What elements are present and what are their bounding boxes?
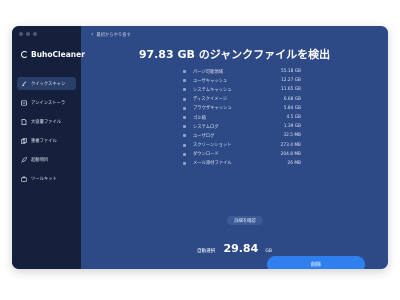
junk-total-size: 97.83 bbox=[138, 48, 174, 61]
sidebar-item-uninstaller[interactable]: アンインストーラ bbox=[17, 96, 76, 109]
zoom-window-button[interactable] bbox=[33, 32, 37, 36]
sidebar-item-quick-scan[interactable]: クイックスキャン bbox=[17, 77, 76, 90]
category-size: 5.84 GB bbox=[283, 105, 301, 111]
category-name: パージ可能領域 bbox=[193, 69, 223, 75]
category-size: 1.39 GB bbox=[283, 124, 301, 130]
category-name: ブラウザキャッシュ bbox=[193, 106, 232, 112]
sidebar-item-label: ツールキット bbox=[31, 176, 57, 182]
minimize-window-button[interactable] bbox=[26, 32, 30, 36]
checkbox[interactable] bbox=[183, 152, 186, 156]
list-item[interactable]: ユーザキャッシュ 12.27 GB bbox=[183, 76, 301, 85]
auto-selected-summary: 自動選択 29.84 GB bbox=[81, 237, 388, 256]
broom-icon bbox=[21, 80, 27, 87]
sidebar-item-startup-items[interactable]: 起動項目 bbox=[17, 153, 76, 166]
checkbox[interactable] bbox=[183, 125, 186, 129]
category-size: 6.68 GB bbox=[283, 96, 301, 102]
category-name: ユーザログ bbox=[193, 133, 215, 139]
category-size: 204.8 MB bbox=[280, 151, 301, 157]
sidebar-nav: クイックスキャン アンインストーラ 大容量ファイル 重複ファイル 起動項目 ツー… bbox=[17, 77, 76, 191]
window-controls bbox=[19, 32, 37, 36]
chevron-left-icon: ‹ bbox=[91, 31, 94, 38]
sidebar-item-label: 起動項目 bbox=[31, 157, 49, 163]
category-size: 4.5 GB bbox=[286, 115, 301, 121]
toolkit-icon bbox=[21, 176, 27, 182]
uninstall-icon bbox=[21, 99, 27, 106]
app-name: BuhoCleaner bbox=[31, 50, 85, 59]
restart-label: 最初からやり直す bbox=[96, 33, 131, 38]
sidebar-item-label: 重複ファイル bbox=[31, 138, 57, 144]
app-window: BuhoCleaner クイックスキャン アンインストーラ 大容量ファイル 重複… bbox=[12, 26, 388, 269]
list-item[interactable]: パージ可能領域 55.18 GB bbox=[183, 67, 301, 76]
restart-link[interactable]: ‹ 最初からやり直す bbox=[91, 31, 131, 39]
list-item[interactable]: スクリーンショット 273.4 MB bbox=[183, 141, 301, 150]
category-size: 26 MB bbox=[287, 160, 302, 166]
sidebar-item-toolkit[interactable]: ツールキット bbox=[17, 172, 76, 185]
large-file-icon bbox=[21, 118, 27, 125]
list-item[interactable]: ゴミ箱 4.5 GB bbox=[183, 113, 301, 122]
category-name: ダウンロード bbox=[193, 152, 219, 158]
auto-selected-label: 自動選択 bbox=[196, 249, 216, 254]
close-window-button[interactable] bbox=[19, 32, 23, 36]
category-name: ユーザキャッシュ bbox=[193, 78, 228, 84]
checkbox[interactable] bbox=[183, 70, 186, 74]
junk-total-unit: GB bbox=[177, 48, 195, 61]
list-item[interactable]: ユーザログ 32.5 MB bbox=[183, 131, 301, 140]
category-name: ゴミ箱 bbox=[193, 115, 206, 121]
list-item[interactable]: メール添付ファイル 26 MB bbox=[183, 159, 301, 168]
checkbox[interactable] bbox=[183, 97, 186, 101]
app-logo: BuhoCleaner bbox=[21, 50, 85, 59]
checkbox[interactable] bbox=[183, 106, 186, 110]
category-name: システムログ bbox=[193, 124, 219, 130]
sidebar: BuhoCleaner クイックスキャン アンインストーラ 大容量ファイル 重複… bbox=[12, 26, 85, 269]
checkbox[interactable] bbox=[183, 143, 186, 147]
auto-selected-unit: GB bbox=[265, 249, 273, 254]
sidebar-item-label: 大容量ファイル bbox=[31, 119, 62, 125]
sidebar-item-label: アンインストーラ bbox=[31, 100, 66, 106]
list-item[interactable]: システムキャッシュ 11.65 GB bbox=[183, 85, 301, 94]
page-title: 97.83 GB のジャンクファイルを検出 bbox=[81, 46, 388, 62]
list-item[interactable]: システムログ 1.39 GB bbox=[183, 122, 301, 131]
duplicate-file-icon bbox=[21, 137, 27, 144]
sidebar-item-label: クイックスキャン bbox=[31, 81, 66, 87]
category-name: ディスクイメージ bbox=[193, 97, 227, 103]
main-panel: ‹ 最初からやり直す 97.83 GB のジャンクファイルを検出 パージ可能領域… bbox=[81, 26, 388, 269]
category-size: 55.18 GB bbox=[281, 69, 301, 75]
checkbox[interactable] bbox=[183, 88, 186, 92]
buho-logo-icon bbox=[21, 51, 28, 58]
auto-selected-value: 29.84 bbox=[223, 242, 259, 255]
category-size: 32.5 MB bbox=[283, 133, 301, 139]
checkbox[interactable] bbox=[183, 79, 186, 83]
sidebar-item-large-files[interactable]: 大容量ファイル bbox=[17, 115, 76, 128]
list-item[interactable]: ダウンロード 204.8 MB bbox=[183, 150, 301, 159]
view-details-button[interactable]: 詳細を確認 bbox=[227, 216, 263, 225]
category-size: 273.4 MB bbox=[280, 142, 301, 148]
category-name: スクリーンショット bbox=[193, 143, 232, 149]
category-name: システムキャッシュ bbox=[193, 87, 232, 93]
checkbox[interactable] bbox=[183, 134, 186, 138]
junk-title-text: のジャンクファイルを検出 bbox=[198, 48, 331, 61]
category-name: メール添付ファイル bbox=[193, 161, 232, 167]
rocket-icon bbox=[21, 156, 27, 163]
list-item[interactable]: ブラウザキャッシュ 5.84 GB bbox=[183, 104, 301, 113]
sidebar-item-duplicate-files[interactable]: 重複ファイル bbox=[17, 134, 76, 147]
list-item[interactable]: ディスクイメージ 6.68 GB bbox=[183, 95, 301, 104]
junk-category-list: パージ可能領域 55.18 GB ユーザキャッシュ 12.27 GB システムキャッ… bbox=[183, 67, 301, 168]
checkbox[interactable] bbox=[183, 161, 186, 165]
checkbox[interactable] bbox=[183, 116, 186, 120]
category-size: 12.27 GB bbox=[281, 78, 301, 84]
delete-button[interactable]: 削除 bbox=[267, 256, 365, 269]
category-size: 11.65 GB bbox=[281, 87, 301, 93]
